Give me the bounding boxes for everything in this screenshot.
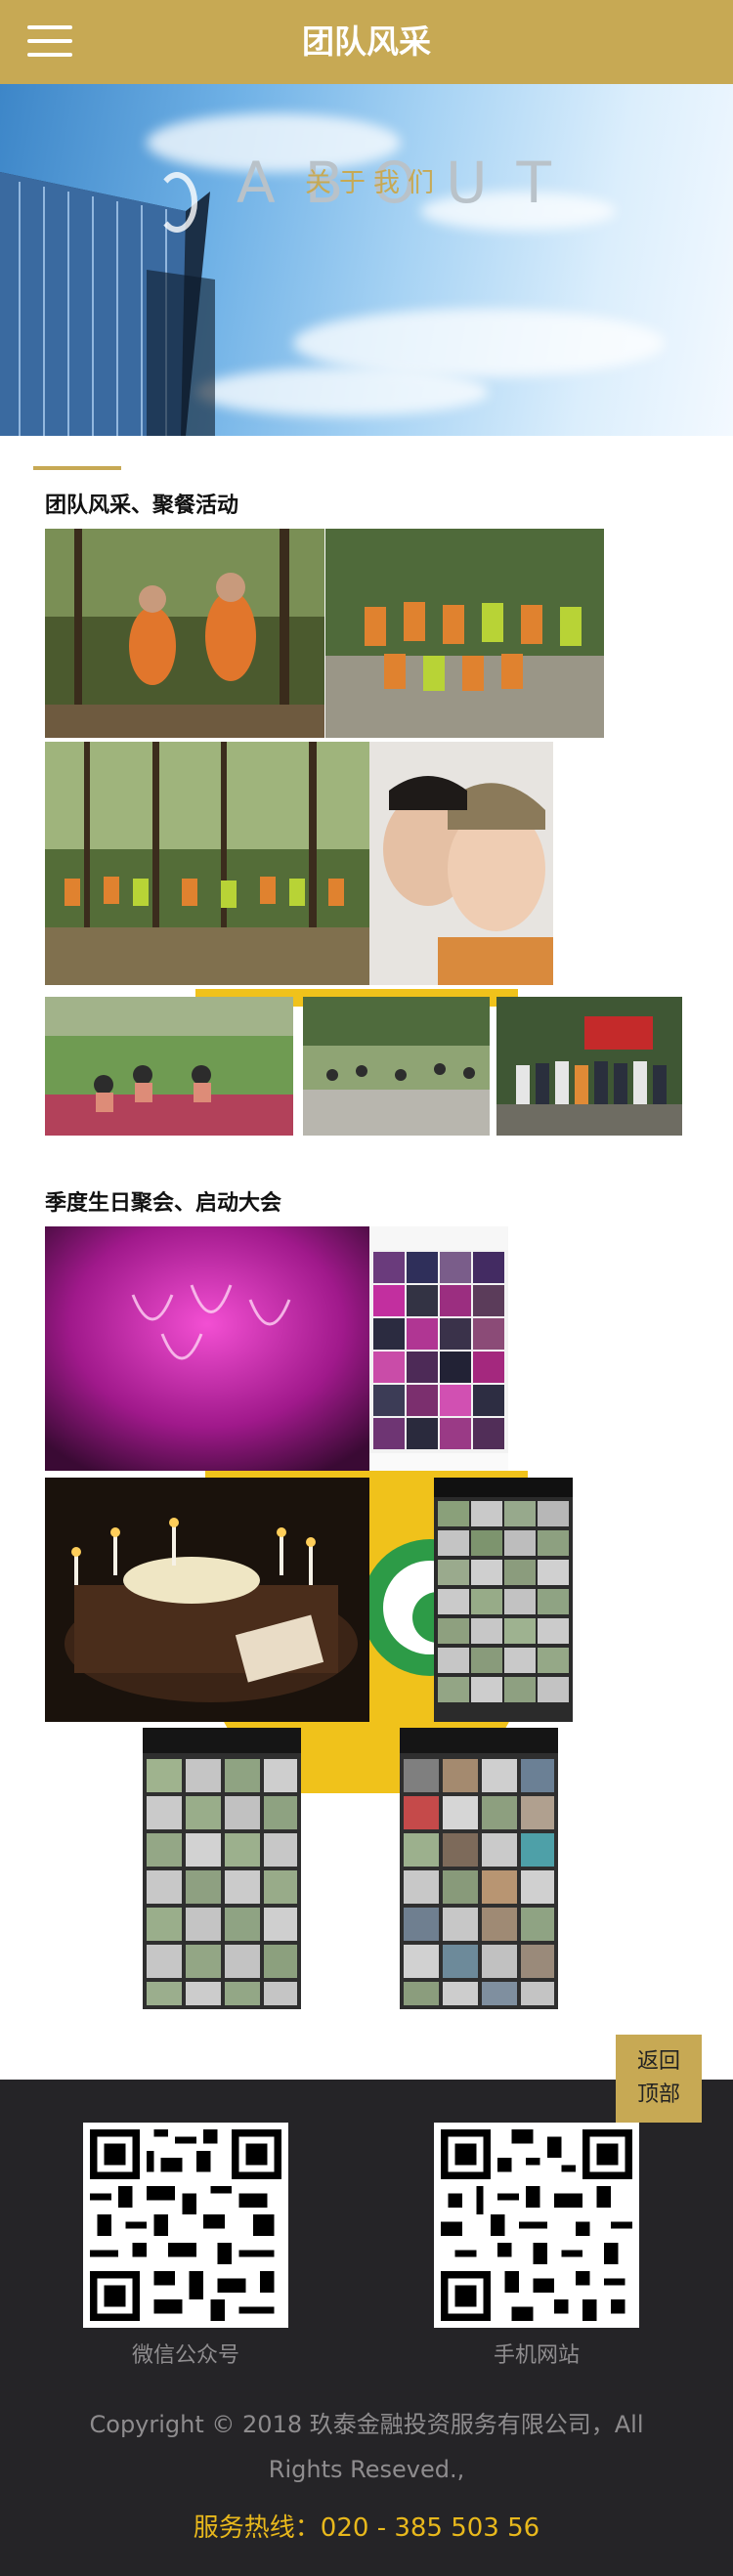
photo-team-forest-group: [45, 742, 369, 985]
photo-toast-glasses: [45, 1226, 369, 1471]
copyright-line-2: Rights Reseved.,: [268, 2456, 465, 2483]
qr-code-mobile: [434, 2123, 639, 2328]
divider: [33, 466, 121, 470]
photo-park-gathering: [303, 997, 490, 1136]
photo-team-forest-1: [45, 529, 324, 738]
back-to-top-line-2: 顶部: [636, 2082, 680, 2107]
about-banner: [0, 84, 733, 436]
photo-team-group-vests: [325, 529, 604, 738]
photo-phone-album-2: [434, 1478, 573, 1722]
photo-lawn-picnic: [45, 997, 293, 1136]
photo-phone-album-4: [400, 1728, 558, 2009]
copyright-text: Copyright © 2018 玖泰金融投资服务有限公司，All Rights…: [59, 2402, 674, 2492]
photo-phone-album-1: [369, 1226, 508, 1471]
page-title: 团队风采: [302, 22, 431, 61]
section-title-birthday: 季度生日聚会、启动大会: [45, 1191, 282, 1216]
photo-banner-group: [496, 997, 682, 1136]
photo-birthday-cake: [45, 1478, 369, 1722]
photo-phone-album-3: [143, 1728, 301, 2009]
section-title-team: 团队风采、聚餐活动: [45, 494, 239, 518]
service-hotline[interactable]: 服务热线：020 - 385 503 56: [0, 2512, 733, 2545]
banner-title-cn: 关于我们: [305, 168, 442, 198]
back-to-top-line-1: 返回: [636, 2049, 680, 2074]
photo-selfie-couple: [369, 742, 553, 985]
qr-label-wechat: 微信公众号: [131, 2343, 239, 2368]
qr-code-wechat: [83, 2123, 288, 2328]
back-to-top-button[interactable]: 返回 顶部: [616, 2035, 702, 2123]
copyright-line-1: Copyright © 2018 玖泰金融投资服务有限公司，All: [89, 2411, 644, 2438]
qr-label-mobile: 手机网站: [493, 2343, 580, 2368]
